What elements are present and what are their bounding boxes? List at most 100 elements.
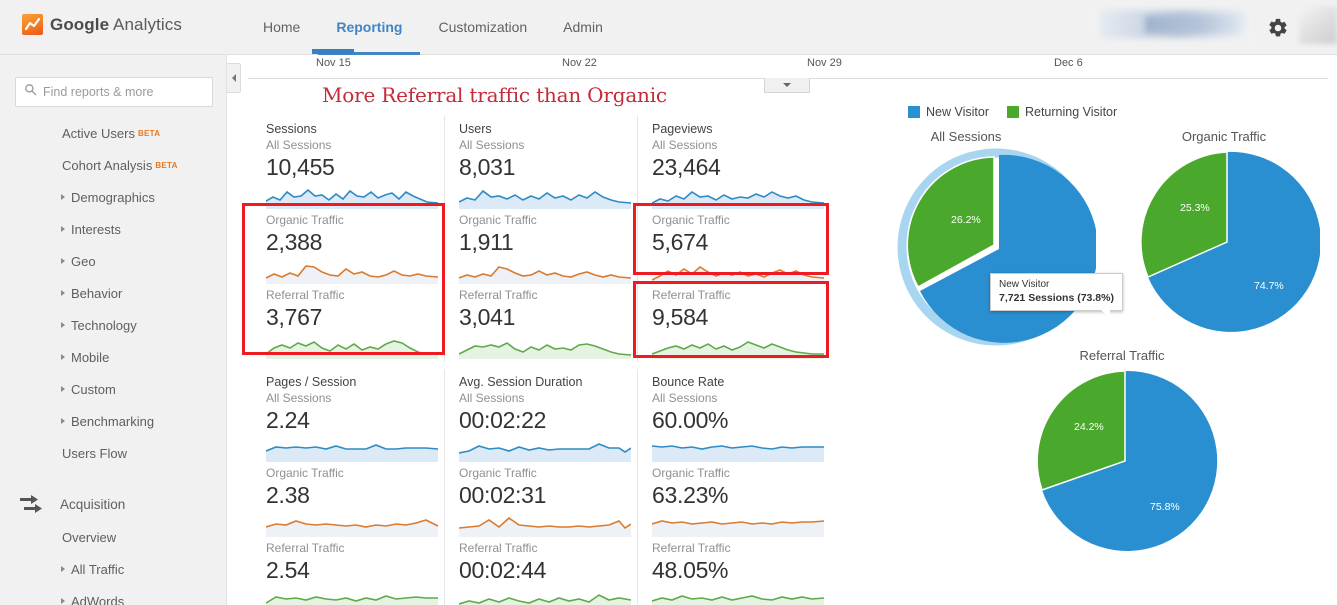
sidebar-item-all-traffic[interactable]: All Traffic bbox=[0, 553, 226, 585]
sidebar-item-overview[interactable]: Overview bbox=[0, 521, 226, 553]
sidebar-item-custom[interactable]: Custom bbox=[0, 373, 226, 405]
chevron-right-icon bbox=[61, 322, 65, 328]
metric-card-pageviews: Pageviews All Sessions 23,464 Organic Tr… bbox=[638, 116, 831, 362]
nav-reporting[interactable]: Reporting bbox=[318, 1, 421, 55]
sidebar-item-adwords[interactable]: AdWords bbox=[0, 585, 226, 605]
sparkline-all-sessions bbox=[459, 443, 631, 462]
page-headline: More Referral traffic than Organic bbox=[322, 83, 667, 107]
segment-label: All Sessions bbox=[652, 138, 718, 152]
sidebar: Active UsersBETA Cohort AnalysisBETA Dem… bbox=[0, 55, 227, 605]
segment-label: Organic Traffic bbox=[266, 466, 344, 480]
avatar[interactable] bbox=[1299, 6, 1337, 44]
sidebar-item-users-flow[interactable]: Users Flow bbox=[0, 437, 226, 469]
search-icon bbox=[24, 83, 37, 101]
sidebar-item-label: Behavior bbox=[71, 285, 123, 301]
main-content: Nov 15 Nov 22 Nov 29 Dec 6 More Referral… bbox=[242, 49, 1337, 605]
segment-value: 60.00% bbox=[652, 407, 729, 433]
segment-label: Referral Traffic bbox=[266, 288, 345, 302]
gear-icon[interactable] bbox=[1267, 17, 1289, 39]
chevron-right-icon bbox=[61, 226, 65, 232]
pie-chart-organic-traffic[interactable]: 25.3% 74.7% bbox=[1134, 149, 1320, 335]
date-axis: Nov 15 Nov 22 Nov 29 Dec 6 bbox=[242, 49, 1337, 93]
sidebar-item-mobile[interactable]: Mobile bbox=[0, 341, 226, 373]
metric-segment-organic: Organic Traffic 1,911 bbox=[459, 212, 631, 287]
sparkline-all-sessions bbox=[652, 191, 824, 209]
chevron-right-icon bbox=[61, 290, 65, 296]
beta-badge: BETA bbox=[137, 128, 161, 138]
sidebar-collapse-button[interactable] bbox=[227, 63, 241, 93]
sidebar-item-demographics[interactable]: Demographics bbox=[0, 181, 226, 213]
nav-customization[interactable]: Customization bbox=[420, 1, 545, 55]
top-bar: Google Analytics Home Reporting Customiz… bbox=[0, 0, 1337, 55]
nav-admin[interactable]: Admin bbox=[545, 1, 621, 55]
segment-value: 2.24 bbox=[266, 407, 310, 433]
date-tick: Nov 29 bbox=[807, 57, 842, 69]
sidebar-item-label: Custom bbox=[71, 381, 116, 397]
sparkline-organic-traffic bbox=[266, 519, 438, 537]
metric-segment-referral: Referral Traffic 3,767 bbox=[266, 287, 438, 362]
metric-card-sessions: Sessions All Sessions 10,455 Organic Tra… bbox=[252, 116, 445, 362]
segment-value: 00:02:22 bbox=[459, 407, 547, 433]
pie-slice-label: 24.2% bbox=[1074, 421, 1104, 433]
segment-value: 00:02:44 bbox=[459, 557, 547, 583]
sidebar-item-label: Technology bbox=[71, 317, 137, 333]
segment-value: 3,041 bbox=[459, 304, 516, 330]
legend-item-new-visitor[interactable]: New Visitor bbox=[908, 105, 989, 119]
metric-segment-referral: Referral Traffic 2.54 bbox=[266, 540, 438, 605]
segment-value: 00:02:31 bbox=[459, 482, 547, 508]
sparkline-referral-traffic bbox=[459, 342, 631, 359]
pie-legend: New Visitor Returning Visitor bbox=[908, 105, 1117, 119]
pie-chart-all-sessions[interactable]: 26.2% bbox=[896, 147, 1096, 347]
metric-segment-organic: Organic Traffic 63.23% bbox=[652, 465, 824, 540]
segment-value: 9,584 bbox=[652, 304, 709, 330]
pie-slice-label: 26.2% bbox=[951, 214, 981, 226]
segment-label: Organic Traffic bbox=[266, 213, 344, 227]
sidebar-section-acquisition[interactable]: Acquisition bbox=[0, 487, 226, 521]
sidebar-item-cohort-analysis[interactable]: Cohort Analysis BETA bbox=[0, 149, 226, 181]
chevron-down-icon bbox=[783, 83, 791, 87]
nav-home[interactable]: Home bbox=[245, 1, 318, 55]
legend-swatch-icon bbox=[908, 106, 920, 118]
segment-label: All Sessions bbox=[652, 391, 718, 405]
metric-segment-referral: Referral Traffic 9,584 bbox=[652, 287, 824, 362]
metric-segment-referral: Referral Traffic 3,041 bbox=[459, 287, 631, 362]
sidebar-item-geo[interactable]: Geo bbox=[0, 245, 226, 277]
sidebar-item-label: AdWords bbox=[71, 593, 125, 605]
date-tick: Nov 22 bbox=[562, 57, 597, 69]
sidebar-item-label: Mobile bbox=[71, 349, 110, 365]
segment-value: 2,388 bbox=[266, 229, 323, 255]
metric-segment-referral: Referral Traffic 00:02:44 bbox=[459, 540, 631, 605]
sidebar-item-interests[interactable]: Interests bbox=[0, 213, 226, 245]
segment-value: 48.05% bbox=[652, 557, 729, 583]
sparkline-referral-traffic bbox=[266, 595, 438, 605]
sidebar-item-benchmarking[interactable]: Benchmarking bbox=[0, 405, 226, 437]
metric-segment-all: All Sessions 00:02:22 bbox=[459, 390, 631, 465]
metric-segment-organic: Organic Traffic 5,674 bbox=[652, 212, 824, 287]
segment-value: 5,674 bbox=[652, 229, 709, 255]
sidebar-item-technology[interactable]: Technology bbox=[0, 309, 226, 341]
metric-title: Sessions bbox=[266, 122, 317, 136]
pie-slice-label: 25.3% bbox=[1180, 202, 1210, 214]
search-input[interactable] bbox=[43, 85, 204, 99]
sparkline-organic-traffic bbox=[652, 266, 824, 284]
segment-value: 3,767 bbox=[266, 304, 323, 330]
chevron-right-icon bbox=[61, 566, 65, 572]
tooltip-title: New Visitor bbox=[999, 279, 1050, 290]
collapse-left-icon bbox=[231, 74, 236, 82]
pie-chart-referral-traffic[interactable]: 24.2% 75.8% bbox=[1032, 368, 1218, 554]
sidebar-section-label: Acquisition bbox=[60, 496, 126, 512]
pie-title-all-sessions: All Sessions bbox=[930, 129, 1002, 144]
metric-segment-all: All Sessions 8,031 bbox=[459, 137, 631, 212]
sidebar-item-active-users[interactable]: Active Users BETA bbox=[0, 117, 226, 149]
metric-segment-organic: Organic Traffic 00:02:31 bbox=[459, 465, 631, 540]
pie-slice-label: 74.7% bbox=[1254, 280, 1284, 292]
sidebar-item-behavior[interactable]: Behavior bbox=[0, 277, 226, 309]
chevron-right-icon bbox=[61, 418, 65, 424]
brand-logo[interactable]: Google Analytics bbox=[22, 14, 182, 35]
legend-item-returning-visitor[interactable]: Returning Visitor bbox=[1006, 105, 1117, 119]
chevron-right-icon bbox=[61, 258, 65, 264]
sparkline-referral-traffic bbox=[459, 594, 631, 605]
chart-expand-handle[interactable] bbox=[764, 78, 810, 93]
date-tick: Nov 15 bbox=[316, 57, 351, 69]
search-input-wrapper[interactable] bbox=[15, 77, 213, 107]
